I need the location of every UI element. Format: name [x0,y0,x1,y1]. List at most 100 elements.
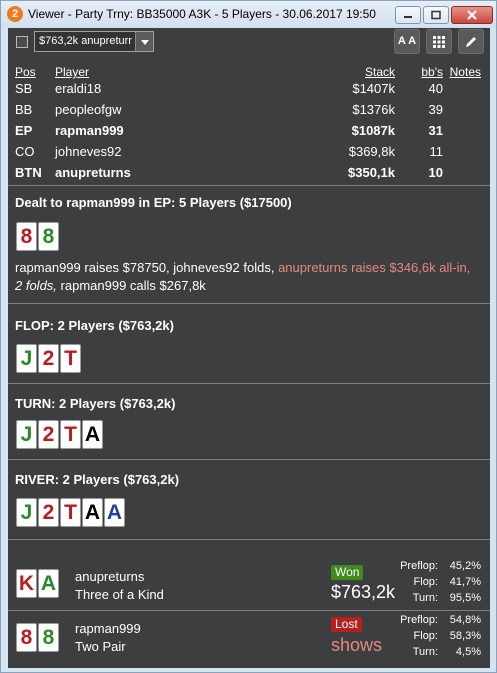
row-bbs: 11 [429,144,444,159]
row-player: anupreturns [55,165,131,180]
status-badge: Lost [331,617,362,632]
select-checkbox[interactable] [16,36,28,48]
turn-title: TURN: 2 Players ($763,2k) [15,396,176,411]
card: 2 [38,498,59,527]
table-row[interactable]: BB peopleofgw $1376k 39 [15,102,485,120]
card: A [38,569,59,598]
card: J [16,344,37,373]
result-player-name: rapman999 [75,621,141,636]
card: 8 [38,222,59,251]
row-pos: EP [15,123,33,138]
card: T [60,344,81,373]
result-row[interactable]: 8 8 rapman999 Two Pair Lost shows Preflo… [8,613,490,663]
header-stack[interactable]: Stack [365,65,395,79]
edit-button[interactable] [458,29,484,54]
divider [8,539,490,540]
toolbar: $763,2k anupreturr A A [8,28,490,56]
row-bbs: 39 [428,102,443,117]
table-row[interactable]: BTN anupreturns $350,1k 10 [15,165,485,183]
row-stack: $350,1k [348,165,395,180]
card: J [16,498,37,527]
action-text: rapman999 raises $78750, johneves92 fold… [15,260,279,275]
preflop-title: Dealt to rapman999 in EP: 5 Players ($17… [15,195,292,210]
flop-title: FLOP: 2 Players ($763,2k) [15,318,174,333]
row-player: peopleofgw [55,102,122,117]
status-badge: Won [331,565,364,580]
card: A [82,498,103,527]
chevron-down-icon[interactable] [135,32,153,51]
title-bar[interactable]: 2 Viewer - Party Trny: BB35000 A3K - 5 P… [1,1,496,28]
action-call-text: rapman999 calls $267,8k [56,278,206,293]
result-hand-name: Two Pair [75,639,126,654]
card: T [60,498,81,527]
card: A [104,498,125,527]
row-bbs: 31 [428,123,443,138]
row-stack: $1087k [351,123,395,138]
hand-selector-value: $763,2k anupreturr [39,35,132,47]
equity-label: Turn: [412,592,438,604]
divider [8,610,490,611]
card: A [82,420,103,449]
pencil-icon [466,37,476,47]
card: 2 [38,344,59,373]
card: 2 [38,420,59,449]
equity-value: 4,5% [455,646,481,658]
divider [8,303,490,304]
grid-button[interactable] [426,29,452,54]
equity-value: 95,5% [449,592,481,604]
result-amount: shows [331,635,383,655]
table-row[interactable]: CO johneves92 $369,8k 11 [15,144,485,162]
row-stack: $1407k [352,81,395,96]
divider [8,185,490,186]
row-stack: $369,8k [348,144,395,159]
header-player[interactable]: Player [55,65,89,79]
equity-value: 41,7% [449,576,481,588]
row-pos: CO [15,144,35,159]
viewer-content: $763,2k anupreturr A A Pos Player Stack … [8,28,490,668]
window-title: Viewer - Party Trny: BB35000 A3K - 5 Pla… [28,7,376,21]
maximize-icon [431,10,441,20]
row-player: eraldi18 [55,81,102,96]
minimize-button[interactable] [395,6,421,24]
equity-label: Preflop: [400,560,438,572]
equity-value: 54,8% [449,614,481,626]
result-row[interactable]: K A anupreturns Three of a Kind Won $763… [8,559,490,609]
close-button[interactable] [451,6,493,24]
card: T [60,420,81,449]
header-pos[interactable]: Pos [15,65,36,79]
row-player: johneves92 [55,144,122,159]
table-row[interactable]: EP rapman999 $1087k 31 [15,123,485,141]
font-size-button[interactable]: A A [394,29,420,54]
table-row[interactable]: SB eraldi18 $1407k 40 [15,81,485,99]
card: 8 [16,623,37,652]
card: 8 [38,623,59,652]
row-bbs: 10 [428,165,443,180]
equity-value: 58,3% [449,630,481,642]
row-pos: BTN [15,165,42,180]
row-player: rapman999 [55,123,124,138]
equity-label: Flop: [413,630,438,642]
divider [8,383,490,384]
card: 8 [16,222,37,251]
row-stack: $1376k [352,102,395,117]
row-pos: SB [15,81,33,96]
equity-label: Preflop: [400,614,438,626]
equity-value: 45,2% [449,560,481,572]
close-icon [467,10,477,20]
header-notes[interactable]: Notes [450,65,481,79]
action-allin-text: anupreturns raises $346,6k all-in, [278,260,471,275]
divider [8,459,490,460]
card: J [16,420,37,449]
grid-icon [433,36,445,48]
row-pos: BB [15,102,33,117]
equity-label: Turn: [412,646,438,658]
maximize-button[interactable] [423,6,449,24]
result-player-name: anupreturns [75,569,145,584]
card: K [16,569,37,598]
hand-selector-dropdown[interactable]: $763,2k anupreturr [34,31,154,52]
header-bbs[interactable]: bb's [421,65,443,79]
preflop-action-text: rapman999 raises $78750, johneves92 fold… [15,259,480,295]
app-icon: 2 [7,6,23,22]
row-bbs: 40 [428,81,443,96]
result-hand-name: Three of a Kind [75,587,164,602]
